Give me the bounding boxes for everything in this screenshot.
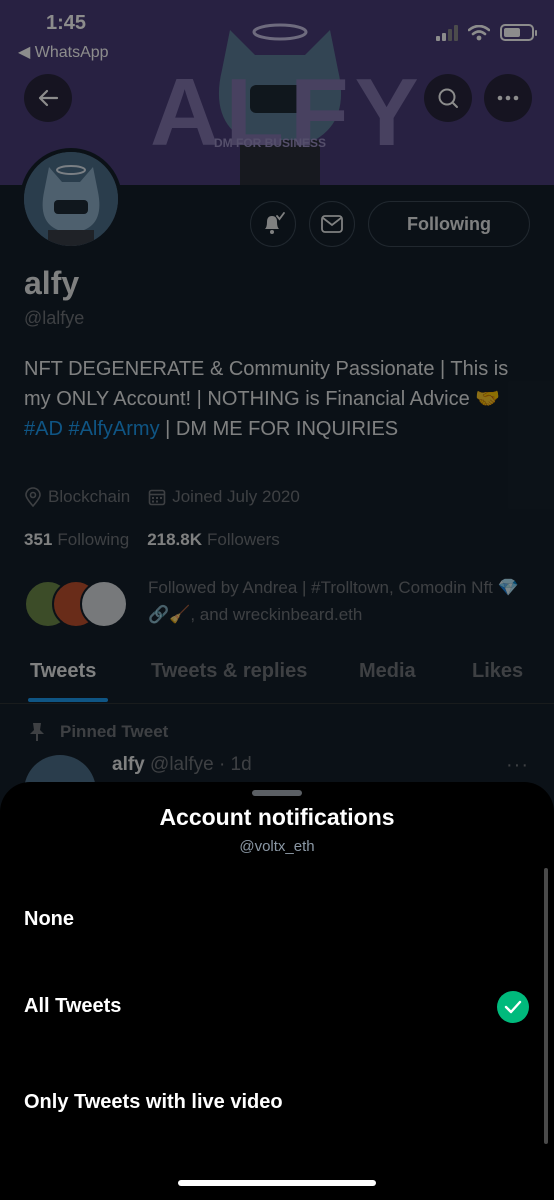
home-indicator[interactable] <box>178 1180 376 1186</box>
sheet-title: Account notifications <box>159 804 395 830</box>
option-label: None <box>24 908 74 930</box>
scrollbar[interactable] <box>544 868 548 1144</box>
option-none[interactable]: None <box>0 890 554 950</box>
option-live-video[interactable]: Only Tweets with live video <box>0 1073 554 1133</box>
selected-check-icon <box>497 991 529 1023</box>
account-notifications-sheet: Account notifications @voltx_eth None Al… <box>0 782 554 1200</box>
option-label: All Tweets <box>24 995 122 1017</box>
sheet-subtitle: @voltx_eth <box>239 838 315 855</box>
option-all-tweets[interactable]: All Tweets <box>0 977 554 1037</box>
option-label: Only Tweets with live video <box>24 1091 283 1113</box>
sheet-grabber[interactable] <box>252 790 302 796</box>
